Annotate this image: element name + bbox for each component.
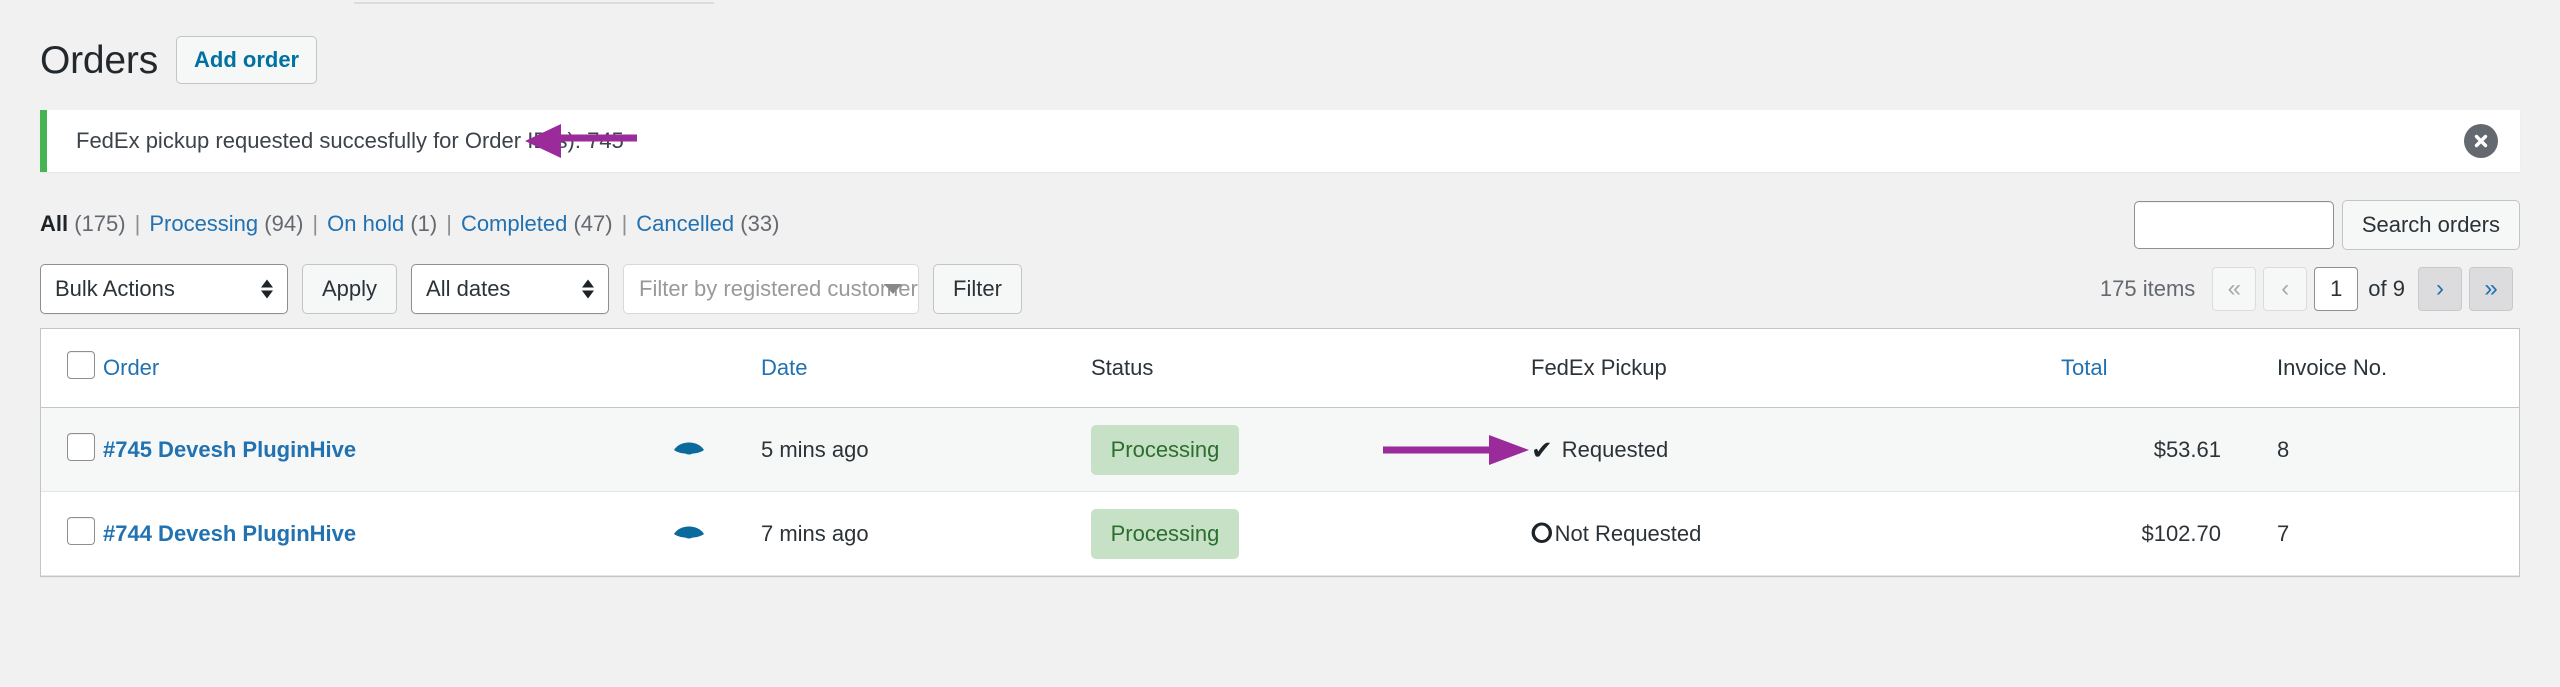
table-header-row: Order Date Status FedEx Pickup Total Inv…	[41, 329, 2519, 408]
notice-message: FedEx pickup requested succesfully for O…	[76, 128, 624, 153]
success-notice: FedEx pickup requested succesfully for O…	[40, 110, 2520, 172]
chevron-down-icon	[884, 284, 903, 294]
order-cell: #745 Devesh PluginHive	[103, 408, 673, 492]
link-separator: |	[621, 211, 628, 236]
prev-page-button: ‹	[2263, 267, 2308, 311]
first-page-button: «	[2212, 267, 2257, 311]
bulk-actions-select[interactable]: Bulk Actions	[40, 264, 288, 314]
table-navigation: Bulk Actions Apply All dates Filter by r…	[0, 250, 2560, 314]
column-header-status: Status	[1091, 329, 1531, 408]
bulk-actions-value: Bulk Actions	[55, 276, 175, 301]
items-count: 175 items	[2099, 276, 2196, 301]
column-header-order[interactable]: Order	[103, 329, 673, 408]
status-badge: Processing	[1091, 508, 1239, 559]
table-head: Order Date Status FedEx Pickup Total Inv…	[41, 329, 2519, 408]
status-badge: Processing	[1091, 424, 1239, 475]
filters-and-search-row: All (175) | Processing (94) | On hold (1) | Co…	[0, 172, 2560, 250]
date-cell: 7 mins ago	[761, 492, 1091, 576]
close-icon[interactable]	[2464, 124, 2498, 158]
date-filter-select[interactable]: All dates	[411, 264, 610, 314]
customer-filter-placeholder: Filter by registered customer	[639, 276, 918, 301]
status-filter-links: All (175) | Processing (94) | On hold (1) | Co…	[40, 200, 779, 240]
row-select-checkbox[interactable]	[67, 432, 95, 461]
eye-icon[interactable]	[673, 437, 705, 457]
next-page-button[interactable]: ›	[2418, 267, 2462, 311]
circle-icon: ⭘	[1531, 518, 1553, 548]
row-checkbox-cell	[41, 408, 103, 492]
current-page-input[interactable]	[2314, 267, 2359, 311]
date-cell: 5 mins ago	[761, 408, 1091, 492]
status-link-completed[interactable]: Completed (47)	[461, 211, 613, 236]
link-separator: |	[134, 211, 141, 236]
pickup-status: ✔ Requested	[1383, 408, 2061, 491]
row-checkbox-cell	[41, 492, 103, 576]
invoice-cell: 7	[2221, 492, 2519, 576]
total-pages-label: of 9	[2368, 276, 2405, 301]
column-header-checkbox	[41, 329, 103, 408]
status-cell: Processing	[1091, 492, 1531, 576]
orders-page: Orders Add order FedEx pickup requested …	[0, 0, 2560, 577]
order-link[interactable]: #744 Devesh PluginHive	[103, 521, 356, 546]
pagination: 175 items « ‹ of 9 › »	[2100, 267, 2520, 311]
invoice-cell: 8	[2221, 408, 2519, 492]
last-page-button[interactable]: »	[2469, 267, 2513, 311]
status-link-processing[interactable]: Processing (94)	[149, 211, 303, 236]
total-cell: $53.61	[2061, 408, 2221, 492]
customer-filter-select[interactable]: Filter by registered customer	[623, 264, 920, 314]
filter-button[interactable]: Filter	[933, 264, 1022, 314]
total-cell: $102.70	[2061, 492, 2221, 576]
row-select-checkbox[interactable]	[67, 516, 95, 545]
page-header: Orders Add order	[0, 0, 2560, 84]
eye-icon[interactable]	[673, 521, 705, 541]
orders-table-wrapper: Order Date Status FedEx Pickup Total Inv…	[0, 314, 2560, 577]
search-input[interactable]	[2133, 201, 2334, 249]
status-link-all[interactable]: All (175)	[40, 211, 126, 236]
preview-cell	[673, 408, 761, 492]
order-cell: #744 Devesh PluginHive	[103, 492, 673, 576]
table-row: #745 Devesh PluginHive 5 mins ago Proces…	[41, 408, 2519, 492]
add-order-button[interactable]: Add order	[176, 36, 318, 84]
apply-button[interactable]: Apply	[302, 264, 398, 314]
orders-table: Order Date Status FedEx Pickup Total Inv…	[40, 328, 2520, 577]
fedex-pickup-cell: ⭘ Not Requested	[1531, 492, 2061, 576]
select-all-checkbox[interactable]	[67, 351, 95, 379]
status-link-on-hold[interactable]: On hold (1)	[327, 211, 437, 236]
pickup-status-label: Not Requested	[1554, 520, 1702, 546]
column-header-fedex-pickup: FedEx Pickup	[1531, 329, 2061, 408]
pickup-status: ⭘ Not Requested	[1531, 492, 2061, 575]
status-cell: Processing	[1091, 408, 1531, 492]
column-header-invoice-no: Invoice No.	[2221, 329, 2519, 408]
select-spinner-icon	[582, 279, 595, 299]
search-box: Search orders	[2133, 200, 2520, 250]
table-body: #745 Devesh PluginHive 5 mins ago Proces…	[41, 408, 2519, 576]
pickup-status-label: Requested	[1561, 436, 1669, 462]
select-spinner-icon	[261, 279, 273, 299]
status-link-cancelled[interactable]: Cancelled (33)	[636, 211, 779, 236]
link-separator: |	[446, 211, 452, 236]
preview-cell	[673, 492, 761, 576]
table-row: #744 Devesh PluginHive 7 mins ago Proces…	[41, 492, 2519, 576]
page-title: Orders	[40, 38, 158, 82]
column-header-date[interactable]: Date	[761, 329, 1091, 408]
date-filter-value: All dates	[426, 276, 511, 301]
fedex-pickup-cell: ✔ Requested	[1383, 408, 2061, 492]
link-separator: |	[312, 211, 319, 236]
column-header-total[interactable]: Total	[2061, 329, 2221, 408]
check-icon: ✔	[1531, 434, 1553, 465]
search-orders-button[interactable]: Search orders	[2341, 200, 2520, 250]
column-header-preview	[673, 329, 761, 408]
bulk-actions-group: Bulk Actions Apply All dates Filter by r…	[40, 264, 1022, 314]
order-link[interactable]: #745 Devesh PluginHive	[103, 437, 356, 462]
